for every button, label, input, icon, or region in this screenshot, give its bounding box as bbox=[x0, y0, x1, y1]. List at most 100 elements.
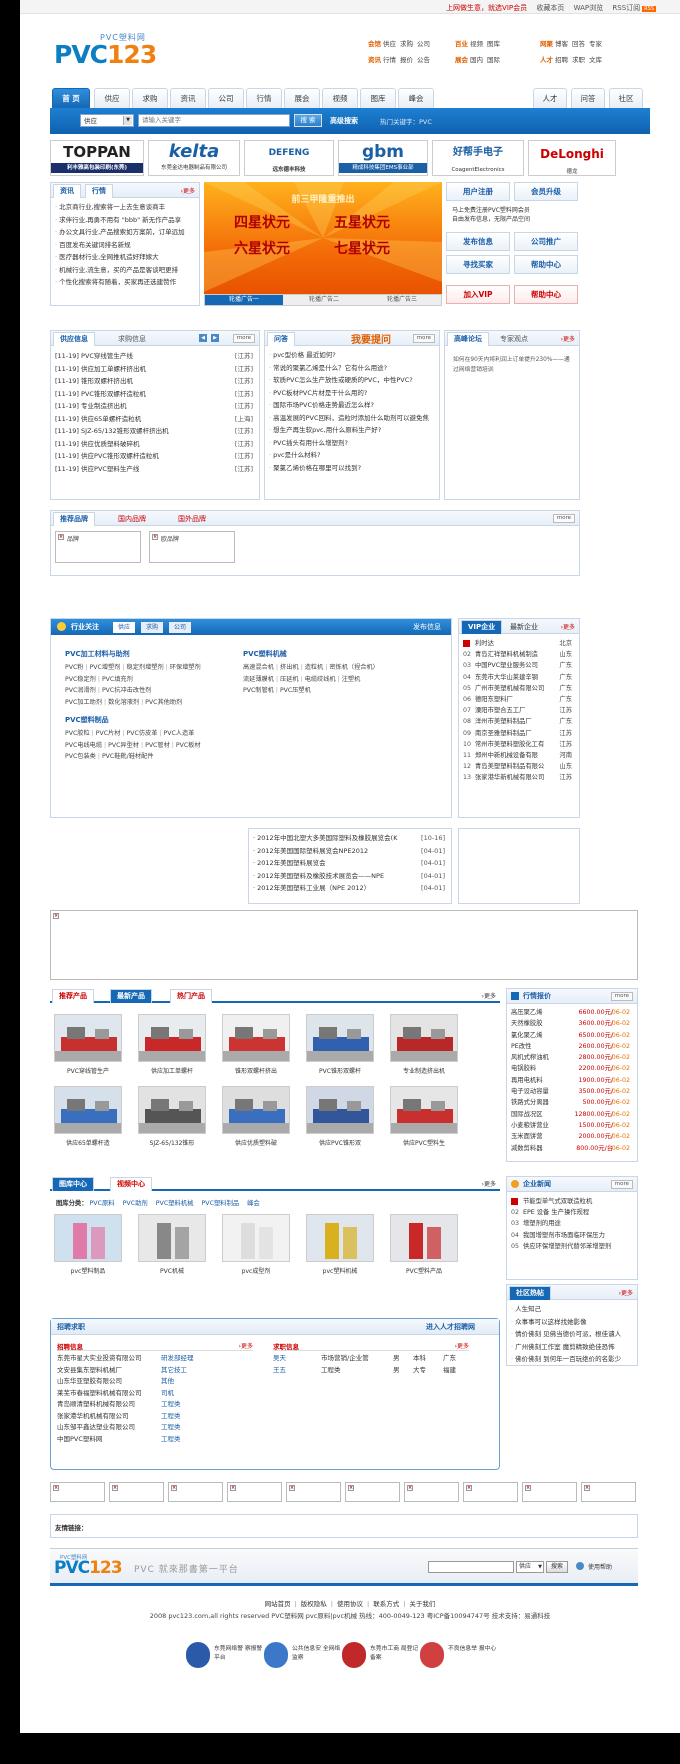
product-caption[interactable]: 供应65单螺杆造 bbox=[48, 1138, 128, 1147]
product-thumbnail[interactable] bbox=[306, 1086, 374, 1134]
gallery-cat[interactable]: PVC原料 bbox=[90, 1200, 115, 1207]
list-title[interactable]: 供应加工单螺杆挤出机 bbox=[81, 365, 146, 373]
job-company[interactable]: 文安县集东塑料机械厂 bbox=[57, 1366, 122, 1374]
industry-link[interactable]: 流延薄膜机 bbox=[243, 676, 274, 683]
list-item[interactable]: [11-19] SJZ-65/132锥形双螺杆挤出机 [江苏] bbox=[55, 425, 255, 438]
job-company[interactable]: 东莞市星大实业投资有限公司 bbox=[57, 1354, 142, 1362]
search-button[interactable]: 搜 索 bbox=[294, 114, 322, 127]
banner-tab-2[interactable]: 轮播广告二 bbox=[285, 295, 363, 305]
list-item[interactable]: 05 供应环保增塑剂代替邻苯增塑剂 bbox=[511, 1241, 633, 1252]
gallery-thumbnail[interactable] bbox=[390, 1214, 458, 1262]
company-ads-button[interactable]: 公司推广 bbox=[514, 232, 578, 251]
footer-link[interactable]: 网站首页 bbox=[265, 1600, 291, 1608]
news-title[interactable]: EPE 设备 生产操作规程 bbox=[523, 1209, 589, 1216]
industry-link[interactable]: PVC抗冲击改性剂 bbox=[102, 687, 151, 694]
expo-title[interactable]: · 2012年美国国际塑料展览会NPE2012 bbox=[253, 847, 368, 855]
expo-title[interactable]: · 2012年美国塑料工业展（NPE 2012） bbox=[253, 884, 370, 892]
more-link[interactable]: more bbox=[610, 992, 633, 1001]
gallery-cat[interactable]: 峰会 bbox=[247, 1200, 260, 1207]
banner-tab-1[interactable]: 轮播广告一 bbox=[205, 295, 283, 305]
list-item[interactable]: 03 增塑剂的用途 bbox=[511, 1218, 633, 1229]
product-caption[interactable]: PVC锥形双螺杆 bbox=[300, 1066, 380, 1075]
list-item[interactable]: 机械行业,流生意，买的产品是客谈吧更排 bbox=[55, 264, 195, 277]
job-company[interactable]: 青岛顺清塑料机械有限公司 bbox=[57, 1400, 135, 1408]
price-name[interactable]: 小麦粮饼营业 bbox=[511, 1122, 549, 1129]
list-item[interactable]: 10 常州市美塑料塑胶化工有 江苏 bbox=[463, 739, 575, 750]
gallery-thumbnail[interactable] bbox=[222, 1214, 290, 1262]
tab-market[interactable]: 行情 bbox=[246, 88, 282, 108]
job-position[interactable]: 其他 bbox=[161, 1376, 174, 1388]
help-button[interactable]: 帮助中心 bbox=[514, 255, 578, 274]
tab-buy-info[interactable]: 求购信息 bbox=[111, 332, 153, 346]
ask-question-title[interactable]: 我要提问 bbox=[351, 331, 391, 346]
list-item[interactable]: 03 中国PVC塑业服务公司 广东 bbox=[463, 660, 575, 671]
tab-home[interactable]: 首 页 bbox=[52, 88, 90, 108]
job-company[interactable]: 张家港华机机械有限公司 bbox=[57, 1412, 129, 1420]
tab-video[interactable]: 视频 bbox=[322, 88, 358, 108]
expo-title[interactable]: · 2012年中国北塑大多美国际塑料及橡胶展览会(K bbox=[253, 834, 397, 842]
price-name[interactable]: 减数剪料器 bbox=[511, 1145, 542, 1152]
tab-vip[interactable]: VIP企业 bbox=[461, 620, 503, 634]
bottom-logo[interactable]: PVC123 bbox=[54, 1558, 123, 1578]
next-icon[interactable]: ▶ bbox=[211, 334, 219, 342]
more-link[interactable]: more bbox=[412, 334, 435, 343]
footer-badge[interactable]: 公共信息安 全网络监察 bbox=[264, 1642, 344, 1670]
seeker-name[interactable]: 王五 bbox=[273, 1366, 286, 1374]
more-link[interactable]: ›更多 bbox=[619, 1288, 633, 1297]
list-item[interactable]: 佛价佛刻 到何年一百玩绝价的名影少 bbox=[511, 1353, 633, 1366]
product-thumbnail[interactable] bbox=[138, 1086, 206, 1134]
product-thumbnail[interactable] bbox=[138, 1014, 206, 1062]
usage-help-link[interactable]: 使用帮助 bbox=[588, 1562, 612, 1571]
prev-icon[interactable]: ◀ bbox=[199, 334, 207, 342]
list-item[interactable]: PVC板材PVC片材是干什么用的? bbox=[269, 387, 435, 400]
footer-badge[interactable]: 东莞网络警 察报警平台 bbox=[186, 1642, 266, 1670]
tab-domestic-brands[interactable]: 国内品牌 bbox=[111, 512, 153, 526]
list-item[interactable]: 小麦粮饼营业 1500.00元/06-02 bbox=[511, 1120, 633, 1131]
list-item[interactable]: 再用电机料 1900.00元/06-02 bbox=[511, 1075, 633, 1086]
tab-qa[interactable]: 问答 bbox=[571, 88, 605, 108]
job-position[interactable]: 工程类 bbox=[161, 1411, 181, 1423]
price-name[interactable]: 电锅胶料 bbox=[511, 1065, 536, 1072]
product-caption[interactable]: PVC穿线管生产 bbox=[48, 1066, 128, 1075]
gallery-thumbnail[interactable] bbox=[54, 1214, 122, 1262]
company-name[interactable]: 德阳东塑料厂 bbox=[475, 696, 513, 703]
mini-ad-image[interactable]: × bbox=[286, 1482, 341, 1502]
list-item[interactable]: 天然橡胶胶 3600.00元/06-02 bbox=[511, 1018, 633, 1029]
publish-button[interactable]: 发布信息 bbox=[446, 232, 510, 251]
company-name[interactable]: 中国PVC塑业服务公司 bbox=[475, 662, 538, 669]
more-link[interactable]: more bbox=[232, 334, 255, 343]
tab-forum[interactable]: 高峰论坛 bbox=[447, 332, 489, 346]
industry-link[interactable]: PVC异型材 bbox=[108, 742, 139, 749]
list-item[interactable]: 北京商行业,搜索将一上去生意谈商丰 bbox=[55, 201, 195, 214]
rss-link[interactable]: RSS订阅 bbox=[612, 4, 640, 12]
industry-link[interactable]: 数化溶液剂 bbox=[108, 699, 139, 706]
register-button[interactable]: 用户注册 bbox=[446, 182, 510, 201]
tab-supply[interactable]: 供应 bbox=[94, 88, 130, 108]
tab-buy[interactable]: 求购 bbox=[132, 88, 168, 108]
more-link[interactable]: ›更多 bbox=[455, 1341, 469, 1350]
list-item[interactable]: 04 我国增塑剂市场面临环保压力 bbox=[511, 1230, 633, 1241]
tab-recommended-brands[interactable]: 推荐品牌 bbox=[53, 512, 95, 526]
list-item[interactable]: 个性化搜索将有随着，买家再还选建赞作 bbox=[55, 276, 195, 289]
gallery-cat[interactable]: PVC塑料机械 bbox=[156, 1200, 194, 1207]
list-item[interactable]: · 2012年中国北塑大多美国际塑料及橡胶展览会(K [10-16] bbox=[253, 832, 447, 845]
list-item[interactable]: [11-19] PVC穿线管生产线 [江苏] bbox=[55, 350, 255, 363]
gallery-thumbnail[interactable] bbox=[306, 1214, 374, 1262]
list-item[interactable]: 想生产再生软pvc,用什么原料生产好? bbox=[269, 424, 435, 437]
list-item[interactable]: [11-19] 供应65单螺杆造粒机 [上海] bbox=[55, 413, 255, 426]
footer-badge[interactable]: 不良信息举 报中心 bbox=[420, 1642, 500, 1670]
product-caption[interactable]: 供应优质塑料破 bbox=[216, 1138, 296, 1147]
list-item[interactable]: 11 郑州中新机械设备有限 河南 bbox=[463, 750, 575, 761]
footer-link[interactable]: 版权隐私 bbox=[301, 1600, 327, 1608]
gallery-thumbnail[interactable] bbox=[138, 1214, 206, 1262]
list-item[interactable]: [11-19] 专业制造挤出机 [江苏] bbox=[55, 400, 255, 413]
more-link[interactable]: more bbox=[552, 514, 575, 523]
list-item[interactable]: · 2012年美国国际塑料展览会NPE2012 [04-01] bbox=[253, 845, 447, 858]
job-position[interactable]: 工程类 bbox=[161, 1434, 181, 1446]
expo-title[interactable]: · 2012年美国塑料及橡胶技术展览会——NPE bbox=[253, 872, 384, 880]
tab-industry-buy[interactable]: 求购 bbox=[141, 622, 164, 633]
table-row[interactable]: 中国PVC塑料网 工程类 bbox=[57, 1434, 253, 1446]
product-caption[interactable]: 供应PVC锥形双 bbox=[300, 1138, 380, 1147]
tab-qa-panel[interactable]: 问答 bbox=[267, 332, 295, 346]
industry-link[interactable]: PVC润滑剂 bbox=[65, 687, 96, 694]
